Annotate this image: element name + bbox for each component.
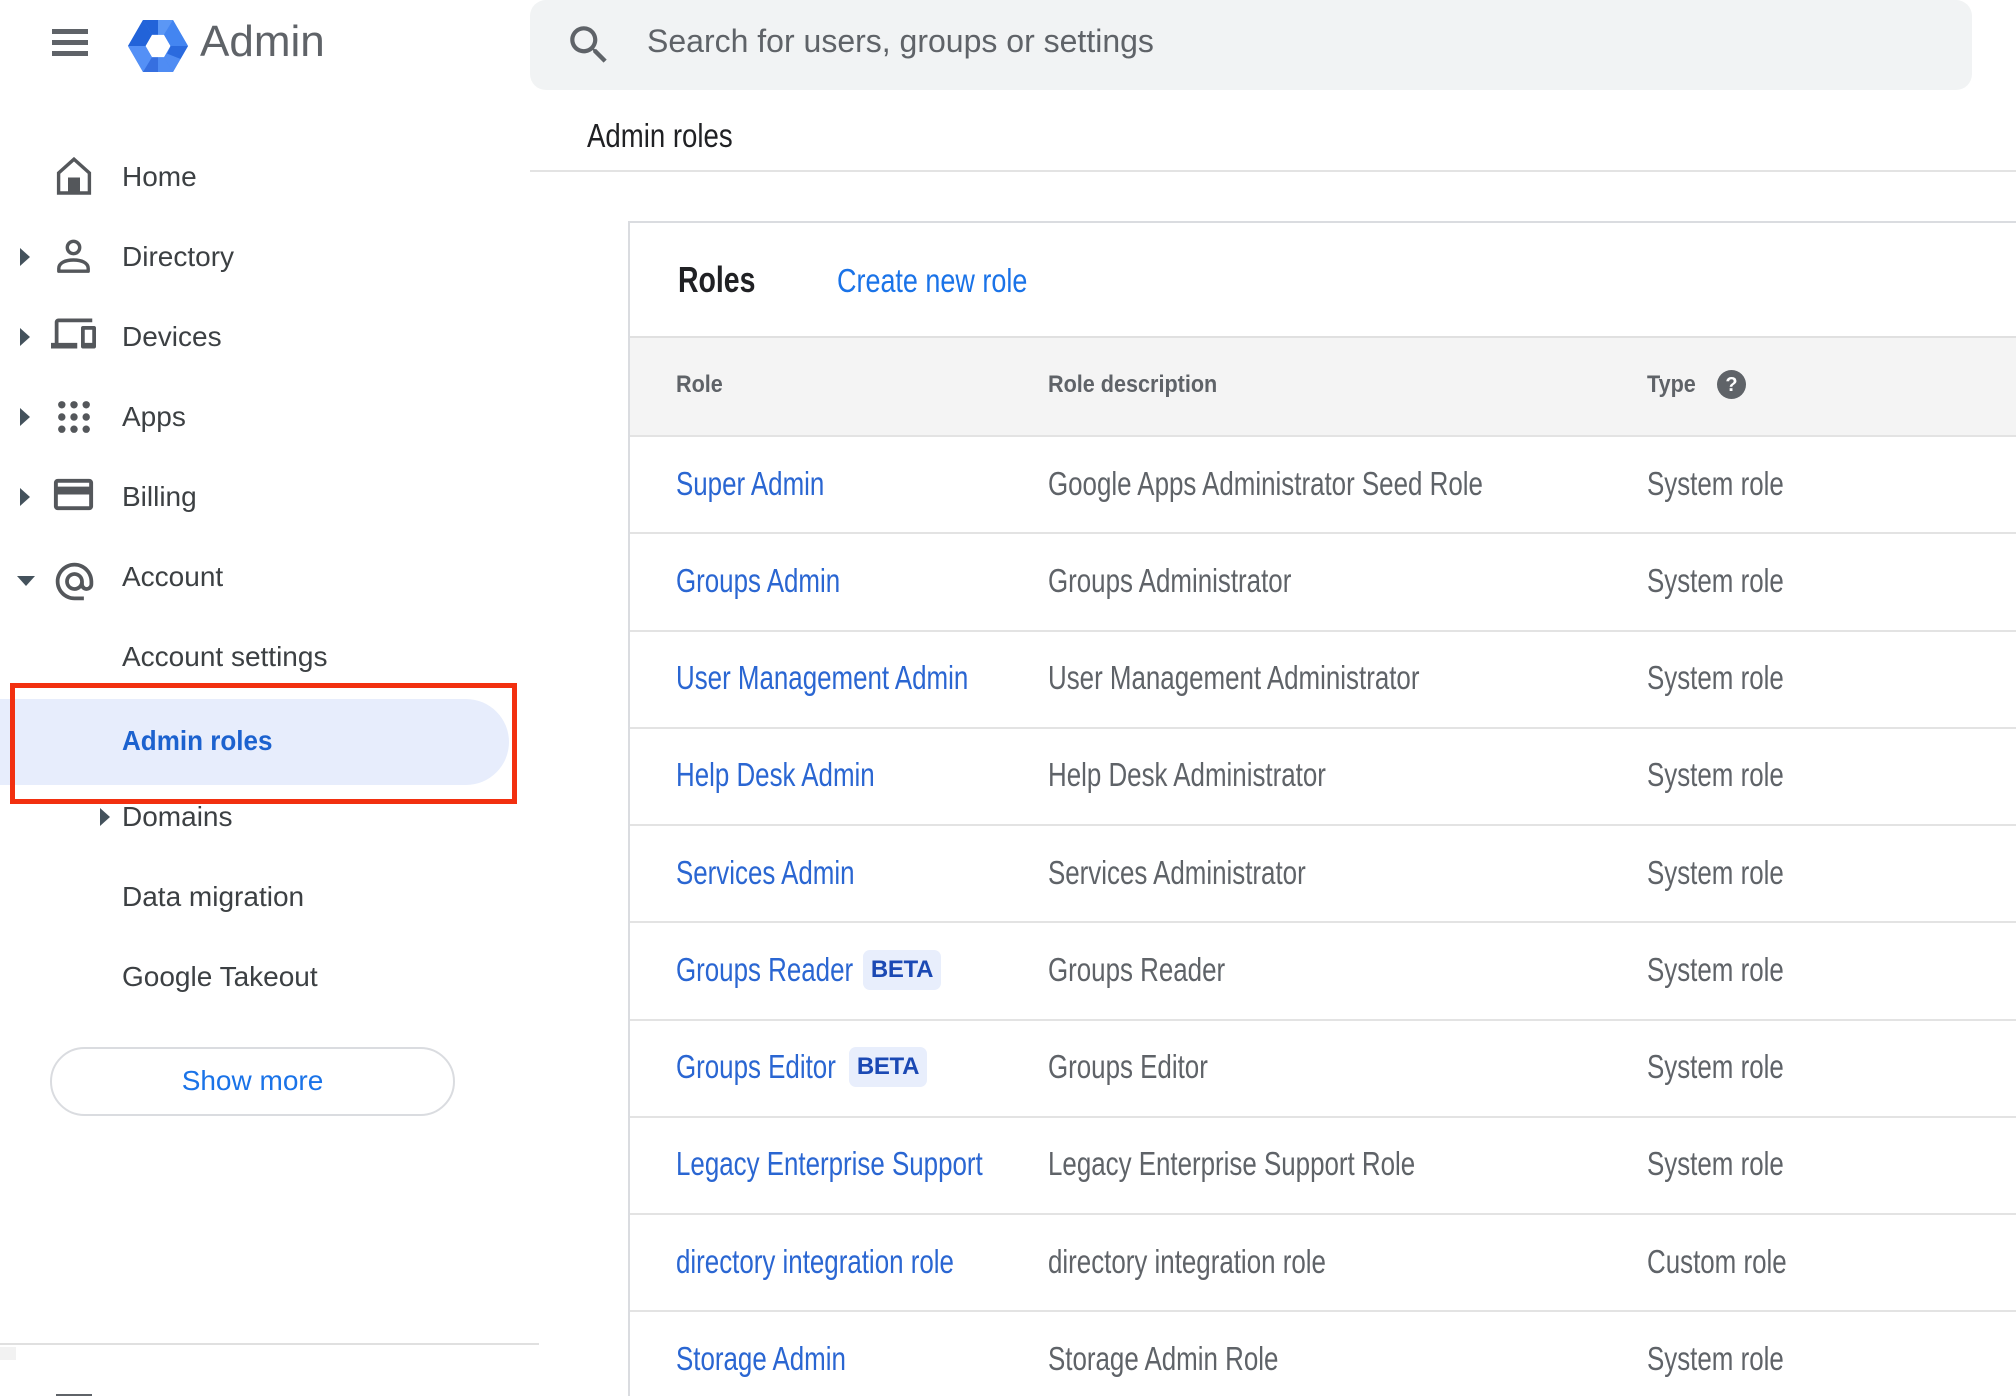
svg-text:?: ? — [1725, 374, 1737, 396]
